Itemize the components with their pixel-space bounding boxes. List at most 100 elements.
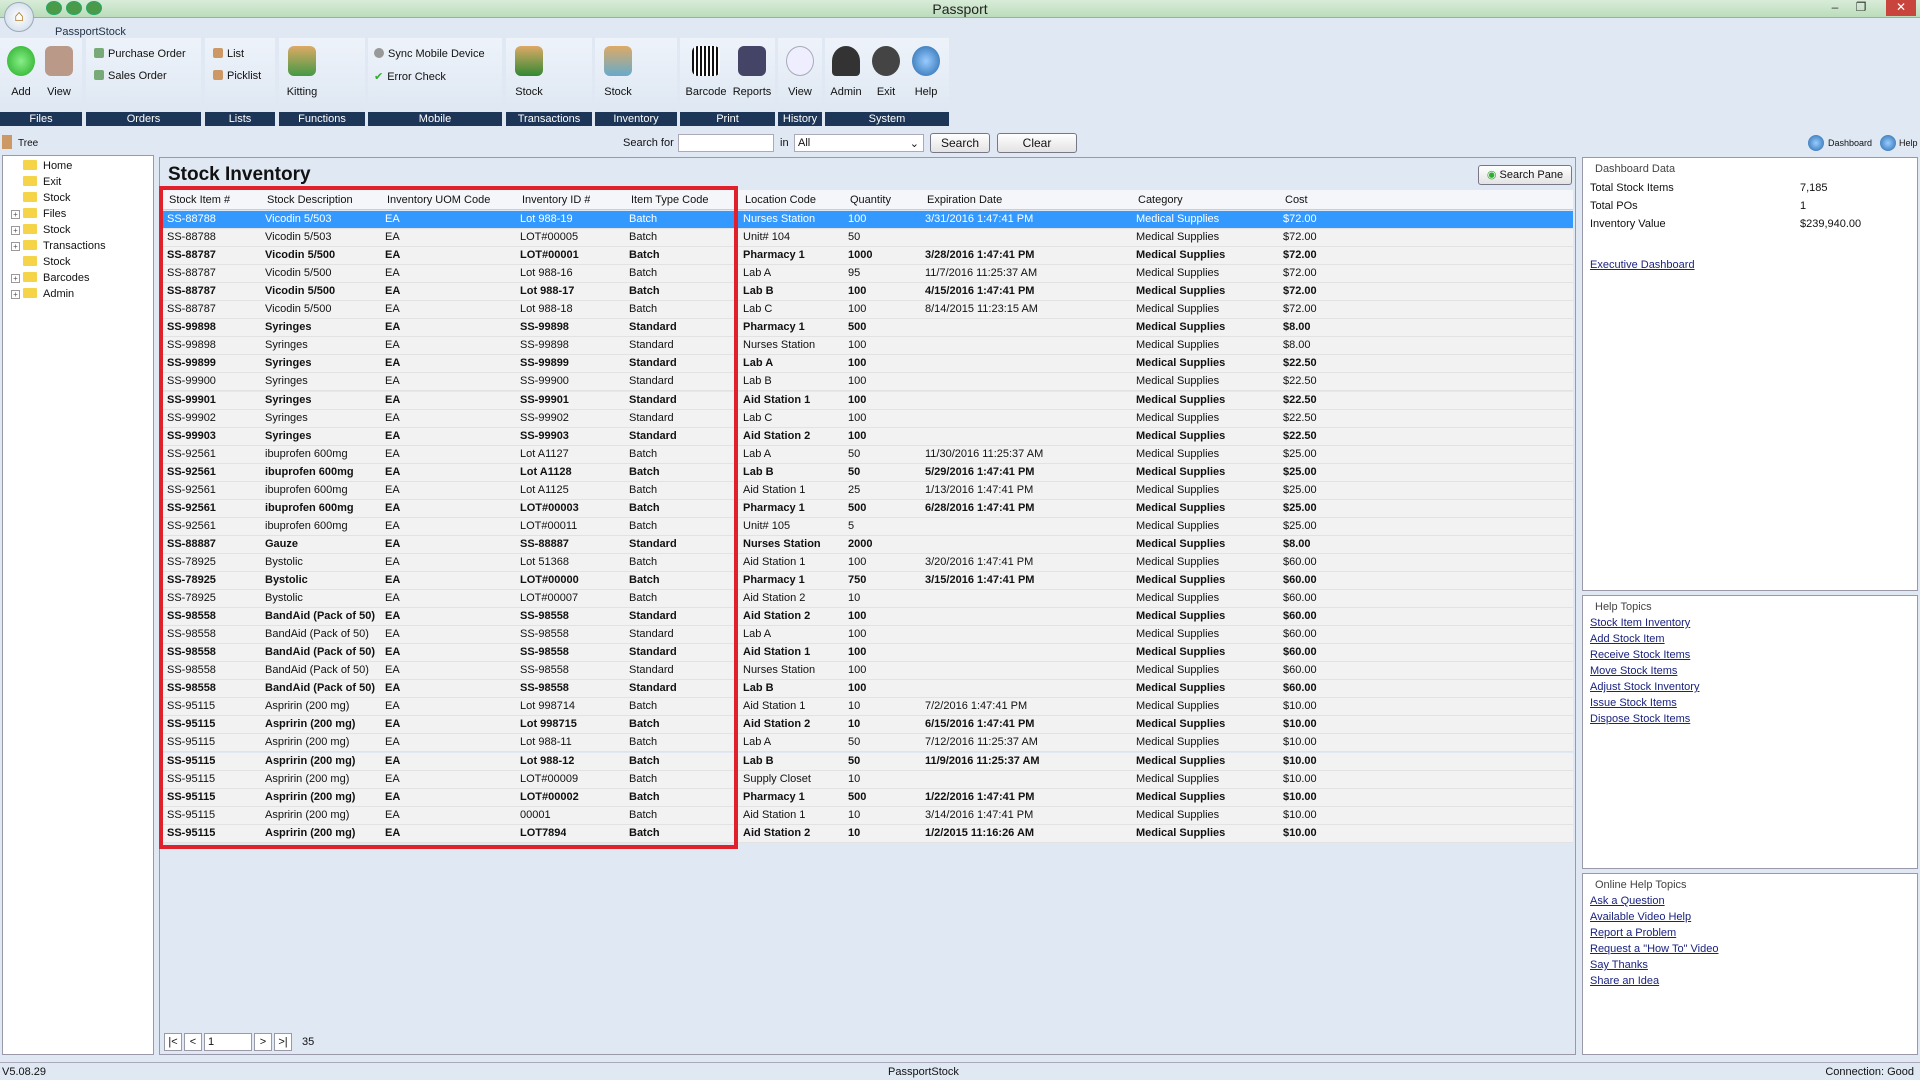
- table-cell: 1/22/2016 1:47:41 PM: [925, 791, 1034, 803]
- view-button[interactable]: View: [40, 46, 78, 98]
- close-button[interactable]: ✕: [1886, 0, 1916, 16]
- exit-button[interactable]: Exit: [867, 46, 905, 98]
- column-header[interactable]: Location Code: [745, 194, 816, 206]
- help-topic-link[interactable]: Issue Stock Items: [1590, 697, 1917, 709]
- tree-item[interactable]: +Admin: [11, 288, 74, 300]
- list-label: List: [227, 48, 244, 60]
- first-page-button[interactable]: |<: [164, 1033, 182, 1051]
- table-cell: 3/15/2016 1:47:41 PM: [925, 574, 1034, 586]
- reports-label: Reports: [733, 86, 772, 98]
- column-header[interactable]: Cost: [1285, 194, 1308, 206]
- tree-item-label: Transactions: [43, 240, 106, 252]
- online-help-link[interactable]: Ask a Question: [1590, 895, 1917, 907]
- stock-inventory-button[interactable]: Stock: [599, 46, 637, 98]
- table-cell: $25.00: [1283, 502, 1317, 514]
- table-cell: 100: [848, 412, 866, 424]
- stock-transactions-button[interactable]: Stock: [510, 46, 548, 98]
- table-cell: Medical Supplies: [1136, 466, 1225, 478]
- help-topic-link[interactable]: Receive Stock Items: [1590, 649, 1917, 661]
- folder-icon: [23, 160, 37, 170]
- kitting-label: Kitting: [287, 86, 318, 98]
- online-help-link[interactable]: Report a Problem: [1590, 927, 1917, 939]
- search-pane-button[interactable]: ◉ Search Pane: [1478, 165, 1572, 185]
- list-button[interactable]: List: [213, 48, 244, 60]
- help-topic-link[interactable]: Add Stock Item: [1590, 633, 1917, 645]
- online-help-link[interactable]: Say Thanks: [1590, 959, 1917, 971]
- help-topic-link[interactable]: Move Stock Items: [1590, 665, 1917, 677]
- tree-item[interactable]: Exit: [11, 176, 61, 188]
- restore-button[interactable]: ❐: [1850, 0, 1872, 16]
- table-cell: Medical Supplies: [1136, 682, 1225, 694]
- expand-icon[interactable]: +: [11, 210, 20, 219]
- help-topic-link[interactable]: Stock Item Inventory: [1590, 617, 1917, 629]
- column-header[interactable]: Expiration Date: [927, 194, 1002, 206]
- error-check-button[interactable]: ✔Error Check: [374, 70, 446, 83]
- picklist-button[interactable]: Picklist: [213, 70, 261, 82]
- help-tab[interactable]: Help: [1899, 138, 1918, 148]
- tree-item[interactable]: +Stock: [11, 224, 71, 236]
- search-input[interactable]: [678, 134, 774, 152]
- last-page-button[interactable]: >|: [274, 1033, 292, 1051]
- table-cell: 100: [848, 303, 866, 315]
- inventory-value: Inventory Value$239,940.00: [1590, 218, 1666, 230]
- table-cell: 100: [848, 339, 866, 351]
- add-button[interactable]: Add: [2, 46, 40, 98]
- table-cell: $72.00: [1283, 303, 1317, 315]
- clear-button[interactable]: Clear: [997, 133, 1077, 153]
- table-cell: $60.00: [1283, 556, 1317, 568]
- help-topics-title: Help Topics: [1595, 601, 1917, 613]
- barcode-button[interactable]: Barcode: [684, 46, 728, 98]
- next-page-button[interactable]: >: [254, 1033, 272, 1051]
- reports-icon: [738, 46, 766, 76]
- dashboard-tab[interactable]: Dashboard: [1828, 138, 1872, 148]
- admin-button[interactable]: Admin: [827, 46, 865, 98]
- sync-label: Sync Mobile Device: [388, 48, 485, 60]
- table-cell: Pharmacy 1: [743, 502, 805, 514]
- expand-icon[interactable]: +: [11, 226, 20, 235]
- expand-icon[interactable]: +: [11, 274, 20, 283]
- column-header[interactable]: Category: [1138, 194, 1183, 206]
- tree-item[interactable]: Stock: [11, 256, 71, 268]
- help-topic-link[interactable]: Adjust Stock Inventory: [1590, 681, 1917, 693]
- tree-item[interactable]: + Transactions: [11, 240, 106, 252]
- tree-item[interactable]: +Files: [11, 208, 66, 220]
- group-label: Print: [680, 112, 775, 126]
- table-cell: 10: [848, 718, 860, 730]
- scope-select[interactable]: All⌄: [794, 134, 924, 152]
- tree-item[interactable]: Stock: [11, 192, 71, 204]
- table-cell: Unit# 104: [743, 231, 790, 243]
- minimize-button[interactable]: –: [1824, 0, 1846, 16]
- table-cell: $60.00: [1283, 574, 1317, 586]
- tree-item[interactable]: +Barcodes: [11, 272, 89, 284]
- expand-icon[interactable]: +: [11, 242, 20, 251]
- online-help-link[interactable]: Share an Idea: [1590, 975, 1917, 987]
- table-cell: Pharmacy 1: [743, 249, 805, 261]
- table-cell: Medical Supplies: [1136, 664, 1219, 676]
- history-view-button[interactable]: View: [781, 46, 819, 98]
- table-cell: 100: [848, 664, 866, 676]
- group-label: Orders: [86, 112, 201, 126]
- app-menu-button[interactable]: ⌂: [4, 2, 34, 32]
- list-icon: [213, 48, 223, 58]
- sync-mobile-button[interactable]: Sync Mobile Device: [374, 48, 485, 60]
- online-help-link[interactable]: Request a "How To" Video: [1590, 943, 1917, 955]
- table-cell: Unit# 105: [743, 520, 790, 532]
- kitting-button[interactable]: Kitting: [283, 46, 321, 98]
- tree-item[interactable]: Home: [11, 160, 72, 172]
- expand-icon[interactable]: +: [11, 290, 20, 299]
- search-button[interactable]: Search: [930, 133, 990, 153]
- online-help-link[interactable]: Available Video Help: [1590, 911, 1917, 923]
- sales-order-button[interactable]: Sales Order: [94, 70, 167, 82]
- search-bar: Tree Search for in All⌄ Search Clear Das…: [0, 132, 1920, 154]
- help-icon: [1880, 135, 1896, 151]
- page-input[interactable]: 1: [204, 1033, 252, 1051]
- add-label: Add: [11, 86, 31, 98]
- purchase-order-button[interactable]: Purchase Order: [94, 48, 186, 60]
- reports-button[interactable]: Reports: [730, 46, 774, 98]
- help-button[interactable]: Help: [907, 46, 945, 98]
- prev-page-button[interactable]: <: [184, 1033, 202, 1051]
- executive-dashboard-link[interactable]: Executive Dashboard: [1590, 259, 1695, 271]
- group-label: Functions: [279, 112, 365, 126]
- column-header[interactable]: Quantity: [850, 194, 891, 206]
- help-topic-link[interactable]: Dispose Stock Items: [1590, 713, 1917, 725]
